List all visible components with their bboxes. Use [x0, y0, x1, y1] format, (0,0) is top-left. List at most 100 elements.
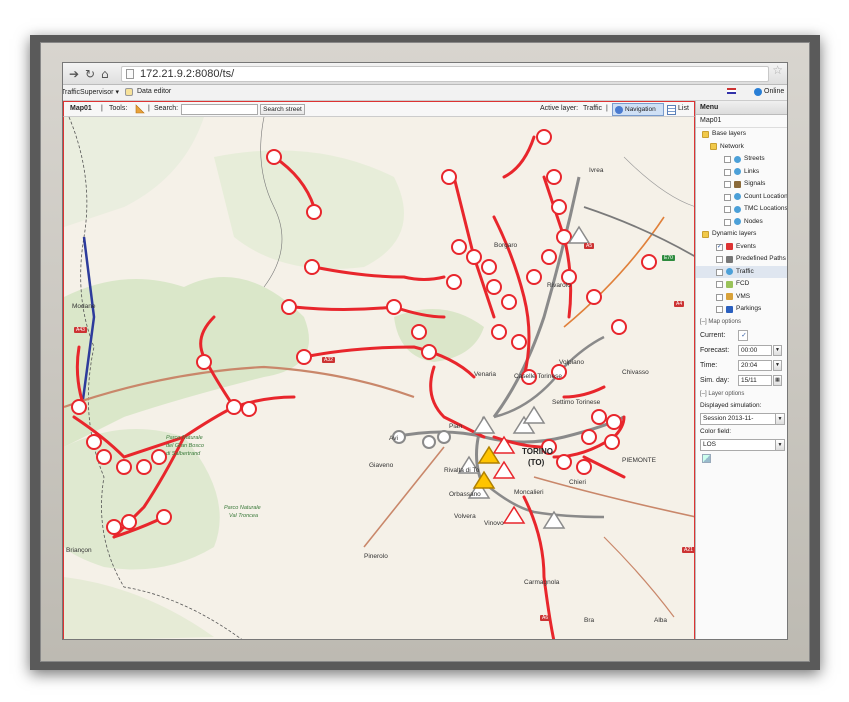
city-label-pinerolo: Pinerolo — [364, 553, 388, 560]
city-label-briancon: Briançon — [66, 547, 92, 554]
color-field-select[interactable]: LOS ▼ — [700, 438, 785, 451]
city-label-chieri: Chieri — [569, 479, 586, 486]
city-label-orbassano: Orbassano — [449, 491, 481, 498]
tree-tmc-locations[interactable]: TMC Locations — [696, 203, 788, 216]
divider: | — [606, 105, 608, 112]
globe-icon — [734, 205, 741, 213]
color-field-select-value: LOS — [703, 440, 717, 448]
tree-label: TMC Locations — [744, 205, 788, 212]
tree-label: FCD — [736, 280, 750, 287]
globe-icon — [726, 268, 733, 275]
layer-checkbox-checked[interactable]: ✓ — [716, 243, 723, 251]
park-label-salbertrand-2: del Gran Bosco — [166, 443, 204, 449]
city-label-settimo: Settimo Torinese — [552, 399, 601, 406]
tree-nodes[interactable]: Nodes — [696, 216, 787, 229]
time-field[interactable]: 20:04 — [738, 359, 772, 371]
current-checkbox[interactable]: ✓ — [738, 329, 748, 341]
reload-icon[interactable]: ↻ — [85, 67, 95, 81]
layer-checkbox[interactable] — [724, 193, 731, 201]
address-bar[interactable]: 172.21.9.2:8080/ts/ — [121, 66, 769, 82]
globe-icon — [734, 218, 741, 225]
tree-parkings[interactable]: Parkings — [696, 303, 787, 316]
tree-label: Dynamic layers — [712, 230, 757, 237]
folder-icon — [710, 143, 717, 150]
tree-vms[interactable]: VMS — [696, 291, 787, 304]
color-field-label: Color field: — [700, 427, 732, 435]
road-shield-a6: A6 — [540, 615, 551, 621]
tree-streets[interactable]: Streets — [696, 153, 787, 166]
simday-label: Sim. day: — [700, 376, 730, 384]
list-button[interactable]: List — [678, 105, 689, 112]
forecast-field[interactable]: 00:00 — [738, 344, 772, 356]
app-menu-bar: TrafficSupervisor ▾ Data editor Online — [63, 85, 787, 101]
globe-icon — [734, 193, 741, 200]
city-label-torino-province: (TO) — [528, 458, 545, 467]
tree-links[interactable]: Links — [696, 166, 787, 179]
bookmark-star-icon[interactable]: ☆ — [772, 63, 783, 77]
tree-label: Signals — [744, 180, 766, 187]
layer-checkbox[interactable] — [724, 156, 731, 163]
list-icon[interactable] — [667, 105, 676, 115]
tree-label: Predefined Paths — [736, 255, 786, 262]
tree-label: Streets — [744, 155, 765, 162]
tree-traffic[interactable]: Traffic — [696, 265, 787, 278]
language-flag-icon[interactable] — [727, 88, 736, 94]
tree-network[interactable]: Network — [696, 141, 787, 154]
forward-icon[interactable]: ➔ — [69, 67, 79, 81]
layer-checkbox[interactable] — [716, 293, 723, 301]
city-label-giaveno: Giaveno — [369, 462, 394, 469]
city-label-rivalta: Rivalta di To — [444, 467, 480, 474]
traffic-signal-icon — [734, 180, 741, 188]
ruler-tool-icon[interactable] — [135, 104, 145, 114]
active-layer-value: Traffic — [583, 105, 603, 112]
layers-panel: Menu Map01 Base layers Network Streets L… — [695, 101, 788, 639]
legend-image-icon — [702, 453, 711, 463]
search-input[interactable] — [181, 104, 258, 115]
layer-checkbox[interactable] — [716, 281, 723, 288]
displayed-sim-label: Displayed simulation: — [700, 401, 762, 409]
forecast-label: Forecast: — [700, 346, 730, 354]
navigation-button[interactable]: Navigation — [612, 103, 664, 116]
layer-options-header[interactable]: [–] Layer options — [696, 388, 787, 400]
panel-map-name: Map01 — [696, 115, 787, 128]
online-status[interactable]: Online — [764, 88, 784, 95]
tree-count-locations[interactable]: Count Locations — [696, 191, 787, 204]
tree-predefined-paths[interactable]: Predefined Paths — [696, 253, 787, 266]
layer-checkbox[interactable] — [724, 218, 731, 226]
navigation-icon — [615, 106, 623, 114]
calendar-icon[interactable]: ▦ — [773, 374, 782, 386]
simulation-select[interactable]: Session 2013-11- ▼ — [700, 412, 785, 425]
city-label-alba: Alba — [654, 617, 668, 624]
app-menu[interactable]: TrafficSupervisor ▾ — [63, 88, 119, 96]
forecast-row: Forecast: 00:00 ▼ — [696, 343, 787, 358]
city-label-venaria: Venaria — [474, 371, 497, 378]
layer-checkbox[interactable] — [716, 306, 723, 313]
road-shield-a32: A32 — [322, 357, 335, 363]
tree-events[interactable]: ✓ Events — [696, 241, 787, 254]
tree-base-layers[interactable]: Base layers — [696, 128, 787, 141]
tree-fcd[interactable]: FCD — [696, 278, 787, 291]
tree-signals[interactable]: Signals — [696, 178, 787, 191]
layer-checkbox[interactable] — [724, 168, 731, 176]
layer-checkbox[interactable] — [716, 256, 723, 263]
page-icon — [126, 69, 134, 79]
simday-field[interactable]: 15/11 — [738, 374, 772, 386]
map-canvas[interactable]: TORINO (TO) Ivrea Chivasso Venaria Setti… — [63, 117, 695, 639]
layer-checkbox[interactable] — [724, 206, 731, 213]
time-row: Time: 20:04 ▼ — [696, 358, 787, 373]
tree-dynamic-layers[interactable]: Dynamic layers — [696, 228, 787, 241]
search-street-button[interactable]: Search street — [260, 104, 305, 115]
layer-checkbox[interactable] — [716, 268, 723, 276]
url-text[interactable]: 172.21.9.2:8080/ts/ — [140, 68, 234, 80]
data-editor-link[interactable]: Data editor — [137, 88, 171, 95]
tree-label: Parkings — [736, 305, 762, 312]
map-graphics — [64, 117, 694, 639]
path-icon — [726, 255, 733, 263]
city-label-bra: Bra — [584, 617, 595, 624]
parking-icon — [726, 305, 733, 313]
map-options-header[interactable]: [–] Map options — [696, 316, 787, 328]
home-icon[interactable]: ⌂ — [101, 67, 109, 81]
layer-checkbox[interactable] — [724, 181, 731, 188]
forecast-dropdown-icon[interactable]: ▼ — [773, 344, 782, 356]
time-dropdown-icon[interactable]: ▼ — [773, 359, 782, 371]
